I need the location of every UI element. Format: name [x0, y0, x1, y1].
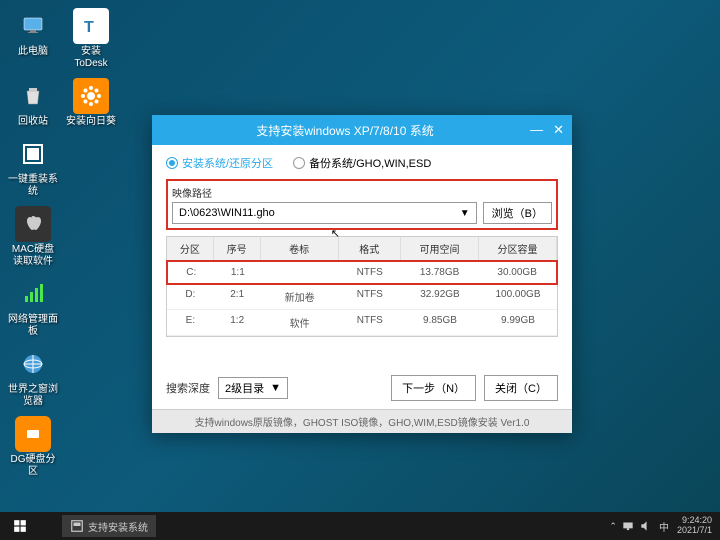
desktop-icon-recycle-bin[interactable]: 回收站: [8, 78, 58, 128]
titlebar[interactable]: 支持安装windows XP/7/8/10 系统 — ✕: [152, 115, 572, 145]
tray-ime-icon[interactable]: 中: [657, 519, 671, 533]
table-row[interactable]: C:1:1NTFS13.78GB30.00GB: [166, 260, 558, 285]
clock[interactable]: 9:24:20 2021/7/1: [677, 516, 716, 536]
browse-button[interactable]: 浏览（B）: [483, 202, 552, 224]
table-row[interactable]: D:2:1新加卷NTFS32.92GB100.00GB: [167, 284, 557, 310]
search-depth-select[interactable]: 2级目录 ▼: [218, 377, 288, 399]
path-label: 映像路径: [172, 185, 552, 200]
installer-window: 支持安装windows XP/7/8/10 系统 — ✕ 安装系统/还原分区 备…: [152, 115, 572, 433]
close-action-button[interactable]: 关闭（C）: [484, 375, 558, 401]
radio-backup-system[interactable]: 备份系统/GHO,WIN,ESD: [293, 155, 431, 171]
desktop-icon-browser[interactable]: 世界之窗浏览器: [8, 346, 58, 408]
desktop-icon-reinstall[interactable]: 一键重装系统: [8, 136, 58, 198]
tray-network-icon[interactable]: [621, 519, 635, 533]
taskbar: 支持安装系统 ⌃ 中 9:24:20 2021/7/1: [0, 512, 720, 540]
desktop-icon-network[interactable]: 网络管理面板: [8, 276, 58, 338]
next-button[interactable]: 下一步（N）: [391, 375, 476, 401]
chevron-down-icon: ▼: [270, 382, 281, 394]
image-path-section: 映像路径 D:\0623\WIN11.gho ▼ 浏览（B）: [166, 179, 558, 230]
svg-text:T: T: [84, 19, 94, 36]
chevron-down-icon: ▼: [460, 208, 470, 219]
radio-icon: [166, 157, 178, 169]
desktop-icon-todesk[interactable]: T 安装ToDesk: [66, 8, 116, 70]
minimize-button[interactable]: —: [530, 122, 543, 138]
desktop-icon-sunflower[interactable]: 安装向日葵: [66, 78, 116, 128]
tray-volume-icon[interactable]: [639, 519, 653, 533]
image-path-dropdown[interactable]: D:\0623\WIN11.gho ▼: [172, 202, 477, 224]
desktop-icon-this-pc[interactable]: 此电脑: [8, 8, 58, 70]
task-icon: [70, 519, 84, 533]
window-title: 支持安装windows XP/7/8/10 系统: [160, 122, 530, 139]
tray-chevron-icon[interactable]: ⌃: [609, 521, 617, 532]
radio-icon: [293, 157, 305, 169]
search-depth-label: 搜索深度: [166, 380, 210, 396]
close-button[interactable]: ✕: [553, 122, 564, 138]
partition-table: 分区 序号 卷标 格式 可用空间 分区容量 ↖ C:1:1NTFS13.78GB…: [166, 236, 558, 337]
desktop-icon-dg[interactable]: DG硬盘分区: [8, 416, 58, 478]
table-row[interactable]: E:1:2软件NTFS9.85GB9.99GB: [167, 310, 557, 336]
start-button[interactable]: [4, 514, 36, 538]
radio-install-system[interactable]: 安装系统/还原分区: [166, 155, 273, 171]
desktop-icon-mac-disk[interactable]: MAC硬盘读取软件: [8, 206, 58, 268]
table-header: 分区 序号 卷标 格式 可用空间 分区容量: [167, 237, 557, 261]
footer-text: 支持windows原版镜像，GHOST ISO镜像，GHO,WIM,ESD镜像安…: [152, 409, 572, 433]
taskbar-item-installer[interactable]: 支持安装系统: [62, 515, 156, 537]
